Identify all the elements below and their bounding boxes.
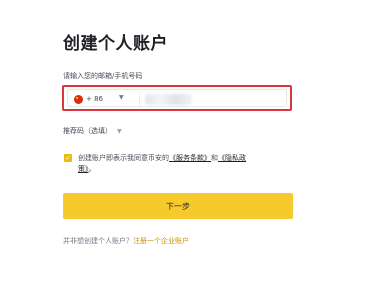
- chevron-down-icon: ▼: [117, 128, 122, 135]
- terms-middle: 和: [211, 154, 218, 162]
- terms-of-service-link[interactable]: 《服务条款》: [169, 154, 211, 162]
- business-account-link[interactable]: 注册一个企业账户: [133, 237, 189, 245]
- input-divider: [139, 93, 140, 106]
- terms-prefix: 创建账户即表示我同意币安的: [78, 154, 169, 162]
- page-title: 创建个人账户: [63, 34, 168, 54]
- country-code[interactable]: + 86: [86, 95, 103, 103]
- phone-input[interactable]: + 86 ▼: [67, 89, 287, 107]
- redacted-phone-number: [145, 94, 192, 105]
- china-flag-icon[interactable]: [74, 95, 83, 104]
- business-account-prompt: 并非想创建个人账户？注册一个企业账户: [63, 236, 189, 246]
- referral-code-toggle[interactable]: 推荐码（选填） ▼: [63, 126, 122, 136]
- terms-checkbox[interactable]: ✓: [64, 154, 72, 162]
- terms-text: 创建账户即表示我同意币安的《服务条款》和《隐私政策》。: [78, 153, 258, 175]
- next-button[interactable]: 下一步: [63, 193, 293, 219]
- phone-input-highlight: + 86 ▼: [62, 85, 292, 111]
- referral-label: 推荐码（选填）: [63, 127, 112, 135]
- phone-field-label: 请输入您的邮箱/手机号码: [63, 72, 143, 80]
- chevron-down-icon[interactable]: ▼: [119, 94, 124, 101]
- terms-suffix: 。: [88, 165, 96, 173]
- business-prompt-text: 并非想创建个人账户？: [63, 237, 133, 245]
